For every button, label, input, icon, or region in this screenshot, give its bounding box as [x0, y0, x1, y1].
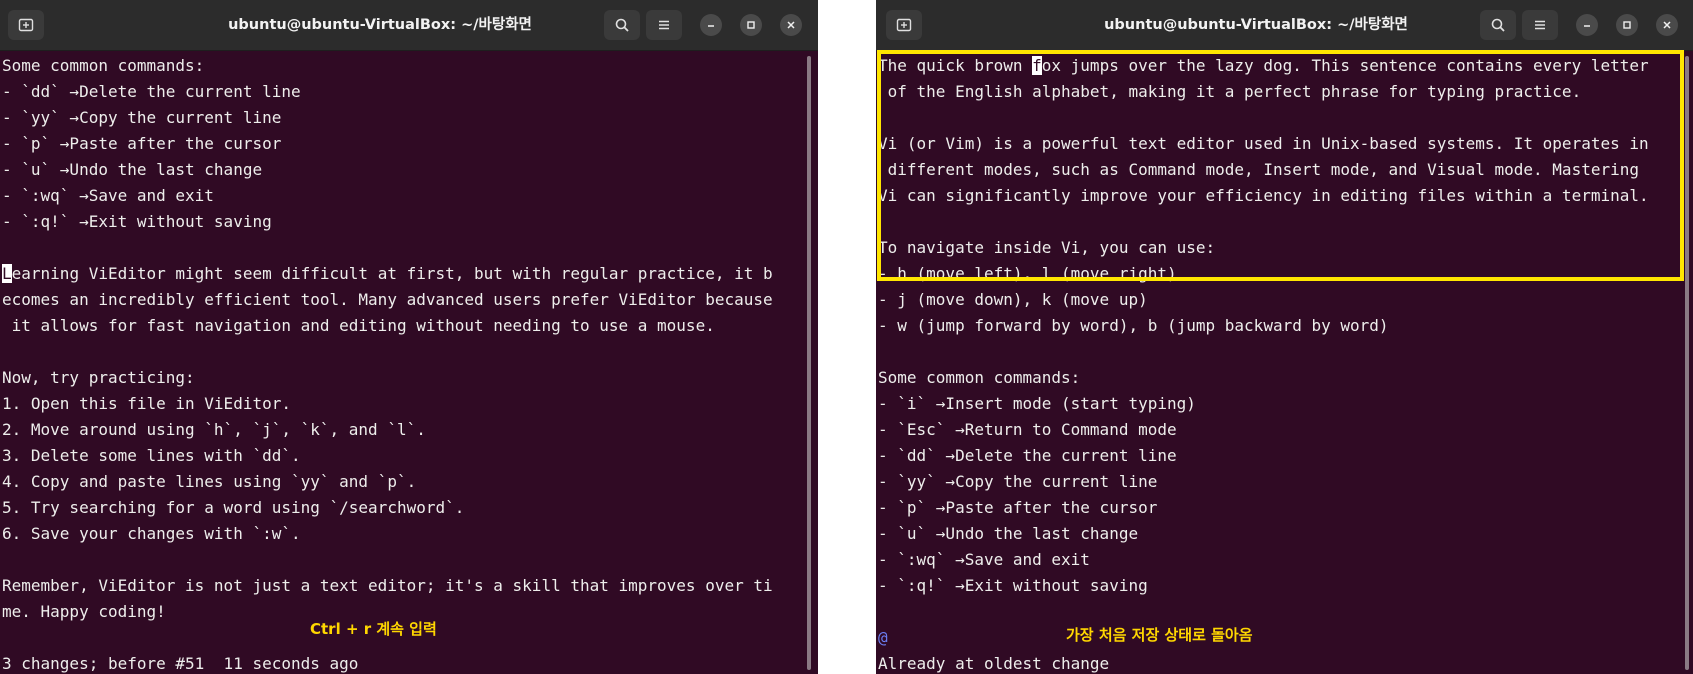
- text-line: - `p` →Paste after the cursor: [878, 498, 1158, 517]
- cursor-line-rest: earning ViEditor might seem difficult at…: [11, 264, 773, 283]
- text-line: - `:wq` →Save and exit: [2, 186, 214, 205]
- window-title: ubuntu@ubuntu-VirtualBox: ~/바탕화면: [228, 17, 532, 33]
- text-line: 5. Try searching for a word using `/sear…: [2, 498, 465, 517]
- vim-status-line: 3 changes; before #51 11 seconds ago: [2, 654, 359, 673]
- close-icon[interactable]: [780, 14, 802, 36]
- text-line: 3. Delete some lines with `dd`.: [2, 446, 301, 465]
- annotation-oldest-change: 가장 처음 저장 상태로 돌아옴: [1066, 626, 1253, 644]
- text-line: different modes, such as Command mode, I…: [878, 160, 1639, 179]
- text-line: Vi (or Vim) is a powerful text editor us…: [878, 134, 1649, 153]
- vim-status-line: Already at oldest change: [878, 654, 1110, 673]
- right-terminal-window[interactable]: ubuntu@ubuntu-VirtualBox: ~/바탕화면 The qui…: [876, 0, 1693, 674]
- text-line: - `yy` →Copy the current line: [878, 472, 1158, 491]
- at-marker: @: [878, 628, 888, 647]
- text-line: - `dd` →Delete the current line: [2, 82, 301, 101]
- text-line: 2. Move around using `h`, `j`, `k`, and …: [2, 420, 426, 439]
- text-line: - `u` →Undo the last change: [878, 524, 1139, 543]
- text-line: - `Esc` →Return to Command mode: [878, 420, 1177, 439]
- text-line: [878, 105, 1649, 131]
- right-titlebar[interactable]: ubuntu@ubuntu-VirtualBox: ~/바탕화면: [876, 0, 1693, 51]
- text-cursor: f: [1032, 56, 1042, 75]
- text-line: [2, 235, 773, 261]
- text-line: [878, 209, 1649, 235]
- search-icon[interactable]: [1480, 10, 1516, 40]
- new-tab-icon[interactable]: [8, 10, 44, 40]
- first-line-before: The quick brown: [878, 56, 1033, 75]
- scrollbar[interactable]: [1685, 56, 1689, 670]
- scrollbar[interactable]: [807, 56, 811, 670]
- text-cursor: L: [2, 264, 12, 283]
- terminal-text-area[interactable]: The quick brown fox jumps over the lazy …: [878, 53, 1649, 674]
- text-line: [2, 339, 773, 365]
- text-line: - `:wq` →Save and exit: [878, 550, 1090, 569]
- text-line: [2, 547, 773, 573]
- text-line: To navigate inside Vi, you can use:: [878, 238, 1216, 257]
- close-icon[interactable]: [1656, 14, 1678, 36]
- first-line-after: ox jumps over the lazy dog. This sentenc…: [1041, 56, 1649, 75]
- text-line: - `u` →Undo the last change: [2, 160, 263, 179]
- text-line: it allows for fast navigation and editin…: [2, 316, 715, 335]
- hamburger-menu-icon[interactable]: [646, 10, 682, 40]
- text-line: ecomes an incredibly efficient tool. Man…: [2, 290, 773, 309]
- maximize-icon[interactable]: [740, 14, 762, 36]
- text-line: [878, 599, 1649, 625]
- window-title: ubuntu@ubuntu-VirtualBox: ~/바탕화면: [1104, 17, 1408, 33]
- text-line: Now, try practicing:: [2, 368, 195, 387]
- text-line-with-cursor: Learning ViEditor might seem difficult a…: [2, 261, 773, 287]
- text-line: - `:q!` →Exit without saving: [2, 212, 272, 231]
- left-terminal-window[interactable]: ubuntu@ubuntu-VirtualBox: ~/바탕화면 Some co…: [0, 0, 818, 674]
- hamburger-menu-icon[interactable]: [1522, 10, 1558, 40]
- text-line: 4. Copy and paste lines using `yy` and `…: [2, 472, 417, 491]
- terminal-text-area[interactable]: Some common commands: - `dd` →Delete the…: [2, 53, 773, 674]
- tilde-line: @: [878, 625, 1649, 651]
- text-line: - j (move down), k (move up): [878, 290, 1148, 309]
- text-line: - w (jump forward by word), b (jump back…: [878, 316, 1389, 335]
- text-line: 1. Open this file in ViEditor.: [2, 394, 291, 413]
- minimize-icon[interactable]: [700, 14, 722, 36]
- text-line-with-cursor: The quick brown fox jumps over the lazy …: [878, 53, 1649, 79]
- text-line: [878, 339, 1649, 365]
- text-line: Vi can significantly improve your effici…: [878, 186, 1649, 205]
- text-line: - h (move left), l (move right): [878, 264, 1177, 283]
- text-line: - `p` →Paste after the cursor: [2, 134, 282, 153]
- left-titlebar[interactable]: ubuntu@ubuntu-VirtualBox: ~/바탕화면: [0, 0, 818, 51]
- text-line: - `:q!` →Exit without saving: [878, 576, 1148, 595]
- text-line: Some common commands:: [878, 368, 1081, 387]
- search-icon[interactable]: [604, 10, 640, 40]
- text-line: of the English alphabet, making it a per…: [878, 82, 1582, 101]
- annotation-ctrl-r: Ctrl + r 계속 입력: [310, 620, 437, 638]
- minimize-icon[interactable]: [1576, 14, 1598, 36]
- maximize-icon[interactable]: [1616, 14, 1638, 36]
- text-line: - `yy` →Copy the current line: [2, 108, 282, 127]
- new-tab-icon[interactable]: [886, 10, 922, 40]
- text-line: Remember, ViEditor is not just a text ed…: [2, 576, 773, 595]
- text-line: Some common commands:: [2, 56, 205, 75]
- text-line: - `dd` →Delete the current line: [878, 446, 1177, 465]
- text-line: 6. Save your changes with `:w`.: [2, 524, 301, 543]
- text-line: - `i` →Insert mode (start typing): [878, 394, 1196, 413]
